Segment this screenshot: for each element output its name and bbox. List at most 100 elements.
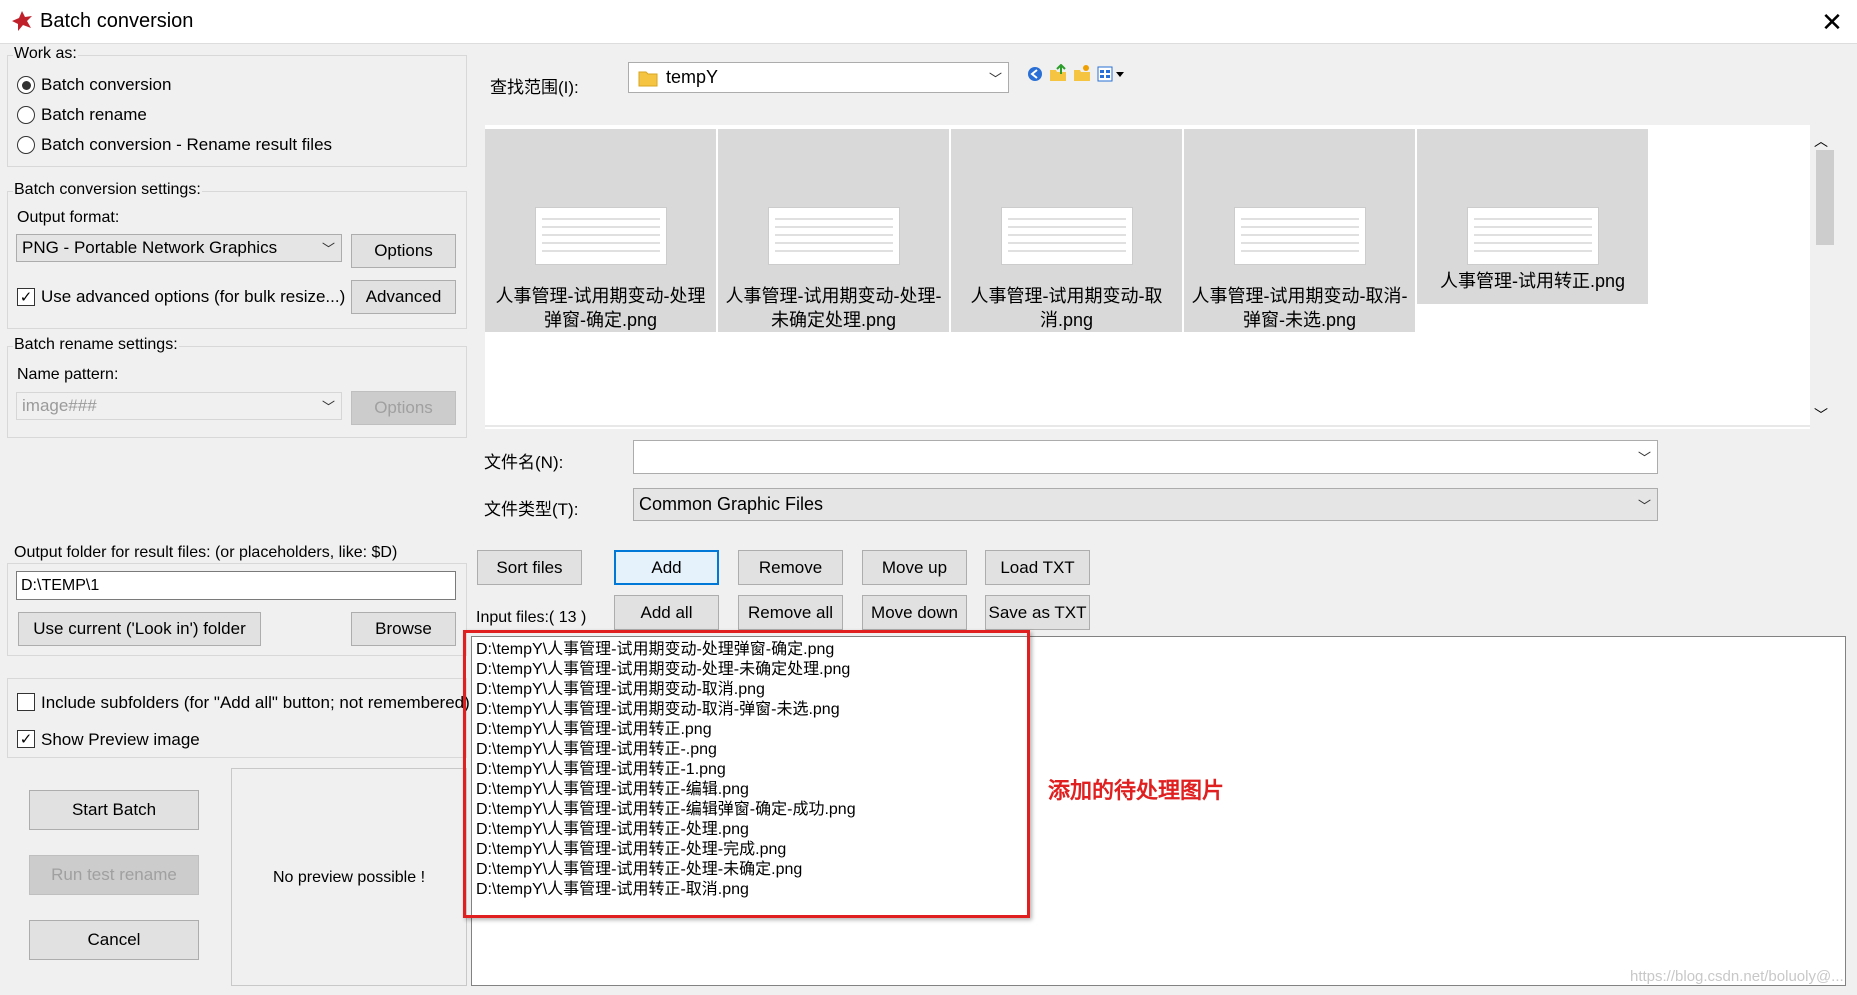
thumbnail-image-line (775, 234, 893, 236)
chevron-down-icon: ﹀ (988, 71, 1002, 86)
output-folder-label: Output folder for result files: (or plac… (13, 544, 399, 562)
thumbnail-image (768, 207, 900, 265)
preview-message: No preview possible ! (272, 869, 426, 886)
move-down-button[interactable]: Move down (862, 595, 967, 630)
rename-options-button[interactable]: Options (351, 391, 456, 425)
radio-conversion-rename[interactable] (17, 136, 35, 154)
rename-settings-label: Batch rename settings: (13, 336, 179, 354)
close-icon[interactable]: ✕ (1814, 6, 1850, 38)
show-preview-label[interactable]: Show Preview image (41, 730, 200, 750)
radio-batch-conversion[interactable] (17, 76, 35, 94)
browse-button[interactable]: Browse (351, 612, 456, 646)
preview-panel: No preview possible ! (231, 768, 467, 986)
scroll-down-icon[interactable]: ﹀ (1814, 405, 1828, 425)
chevron-down-icon: ﹀ (321, 241, 335, 257)
thumbnail-caption: 人事管理-试用期变动-取消-弹窗-未选.png (1191, 286, 1408, 330)
title-bar: Batch conversion ✕ (0, 0, 1857, 44)
thumbnail-item[interactable]: 人事管理-试用期变动-处理弹窗-确定.png (485, 129, 718, 332)
move-up-button[interactable]: Move up (862, 550, 967, 585)
thumbnail-image (1234, 207, 1366, 265)
name-pattern-select[interactable]: image### ﹀ (16, 392, 342, 420)
include-subfolders-checkbox[interactable] (17, 693, 35, 711)
thumbnail-image-line (542, 226, 660, 228)
thumbnail-image-line (775, 242, 893, 244)
thumbnail-image-line (542, 242, 660, 244)
save-as-txt-button[interactable]: Save as TXT (985, 595, 1090, 630)
thumbnail-item[interactable]: 人事管理-试用期变动-取消.png (951, 129, 1184, 332)
thumbnail-image-line (775, 218, 893, 220)
radio-batch-conversion-label[interactable]: Batch conversion (41, 75, 171, 95)
thumbnail-item[interactable]: 人事管理-试用期变动-处理-未确定处理.png (718, 129, 951, 332)
cancel-button[interactable]: Cancel (29, 920, 199, 960)
thumbnail-image-line (1474, 234, 1592, 236)
output-format-label: Output format: (17, 209, 120, 226)
window-title: Batch conversion (40, 10, 194, 32)
thumbnail-image (1001, 207, 1133, 265)
back-icon[interactable] (1027, 66, 1043, 82)
thumbnail-image-line (1008, 218, 1126, 220)
chevron-down-icon: ﹀ (321, 399, 335, 415)
advanced-button[interactable]: Advanced (351, 280, 456, 314)
work-as-label: Work as: (13, 45, 78, 63)
advanced-options-checkbox[interactable]: ✓ (17, 288, 35, 306)
thumbnail-image-line (1474, 226, 1592, 228)
output-format-value: PNG - Portable Network Graphics (22, 238, 278, 257)
run-test-rename-button[interactable]: Run test rename (29, 855, 199, 895)
up-folder-icon[interactable] (1049, 64, 1067, 82)
thumbnail-caption: 人事管理-试用期变动-取消.png (970, 286, 1163, 330)
scroll-up-icon[interactable]: ︿ (1814, 131, 1828, 151)
thumbnail-image-line (775, 250, 893, 252)
thumbnail-scrollbar[interactable]: ︿ ﹀ (1810, 125, 1838, 429)
thumbnail-caption: 人事管理-试用转正.png (1439, 271, 1626, 291)
filename-input[interactable]: ﹀ (633, 440, 1658, 474)
thumbnail-image-line (1474, 218, 1592, 220)
filetype-label: 文件类型(T): (484, 500, 579, 519)
remove-all-button[interactable]: Remove all (738, 595, 843, 630)
add-button[interactable]: Add (614, 550, 719, 585)
filename-label: 文件名(N): (484, 453, 564, 472)
annotation-text: 添加的待处理图片 (1048, 778, 1225, 803)
use-current-folder-button[interactable]: Use current ('Look in') folder (18, 612, 261, 646)
filetype-value: Common Graphic Files (639, 494, 824, 514)
radio-batch-rename-label[interactable]: Batch rename (41, 105, 147, 125)
load-txt-button[interactable]: Load TXT (985, 550, 1090, 585)
advanced-options-label[interactable]: Use advanced options (for bulk resize...… (41, 287, 345, 307)
new-folder-icon[interactable] (1073, 64, 1091, 82)
add-all-button[interactable]: Add all (614, 595, 719, 630)
format-options-button[interactable]: Options (351, 234, 456, 268)
scrollbar-thumb[interactable] (1816, 150, 1834, 245)
thumbnail-image-line (1008, 234, 1126, 236)
thumbnail-image-line (1241, 250, 1359, 252)
name-pattern-value: image### (22, 396, 97, 415)
thumbnail-item[interactable]: 人事管理-试用期变动-取消-弹窗-未选.png (1184, 129, 1417, 332)
remove-button[interactable]: Remove (738, 550, 843, 585)
view-menu-icon[interactable] (1097, 66, 1125, 82)
sort-files-button[interactable]: Sort files (477, 550, 582, 585)
chevron-down-icon: ﹀ (1637, 498, 1651, 513)
output-folder-input[interactable]: D:\TEMP\1 (16, 571, 456, 600)
thumbnail-image-line (1241, 234, 1359, 236)
input-files-label: Input files:( 13 ) (476, 609, 587, 626)
radio-batch-rename[interactable] (17, 106, 35, 124)
filetype-select[interactable]: Common Graphic Files ﹀ (633, 488, 1658, 521)
radio-conversion-rename-label[interactable]: Batch conversion - Rename result files (41, 135, 332, 155)
include-subfolders-label[interactable]: Include subfolders (for "Add all" button… (41, 693, 470, 713)
thumbnail-image-line (1474, 250, 1592, 252)
thumbnail-image-line (1241, 226, 1359, 228)
output-format-select[interactable]: PNG - Portable Network Graphics ﹀ (16, 234, 342, 262)
conversion-settings-label: Batch conversion settings: (13, 181, 202, 199)
thumbnail-image-line (1241, 218, 1359, 220)
chevron-down-icon: ﹀ (1637, 450, 1651, 466)
start-batch-button[interactable]: Start Batch (29, 790, 199, 830)
thumbnail-image-line (1008, 242, 1126, 244)
look-in-label: 查找范围(I): (490, 78, 579, 97)
thumbnail-item[interactable]: 人事管理-试用转正.png (1417, 129, 1650, 304)
thumbnail-view[interactable]: 人事管理-试用期变动-处理弹窗-确定.png 人事管理-试用期变动-处理-未确定处… (485, 125, 1810, 429)
look-in-select[interactable]: tempY ﹀ (628, 62, 1009, 93)
app-logo-icon (12, 11, 32, 31)
show-preview-checkbox[interactable]: ✓ (17, 730, 35, 748)
thumbnail-image-line (542, 218, 660, 220)
thumbnail-image-line (775, 226, 893, 228)
thumbnail-image-line (1241, 242, 1359, 244)
thumbnail-row-divider (485, 425, 1810, 427)
